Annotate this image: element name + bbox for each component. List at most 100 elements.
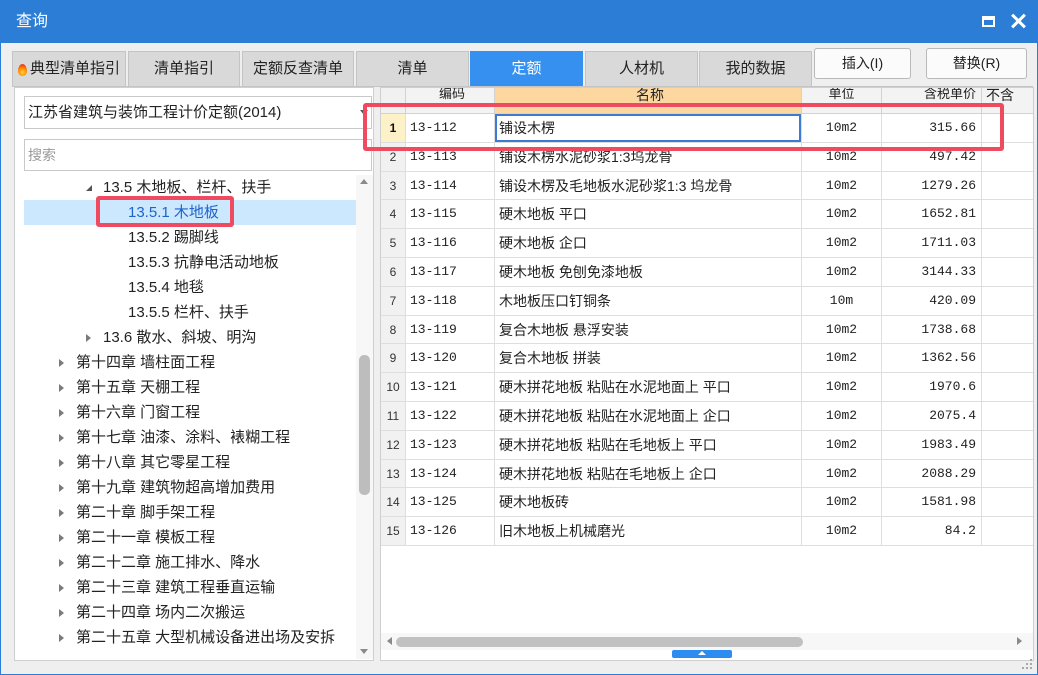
tree-item-13-5-3[interactable]: 13.5.3 抗静电活动地板 [24, 250, 356, 275]
tree-item-13-6[interactable]: 13.6 散水、斜坡、明沟 [24, 325, 356, 350]
name-cell[interactable]: 硬木地板砖 [495, 488, 802, 518]
tree-item-chapter-18[interactable]: 第十八章 其它零星工程 [24, 450, 356, 475]
triangle-collapsed-icon[interactable] [59, 584, 64, 592]
table-row[interactable]: 9 13-120 复合木地板 拼装 10m2 1362.56 [381, 344, 1033, 374]
unit-cell[interactable]: 10m2 [802, 373, 882, 402]
code-cell[interactable]: 13-121 [406, 373, 495, 402]
triangle-collapsed-icon[interactable] [86, 334, 91, 342]
code-cell[interactable]: 13-126 [406, 517, 495, 546]
price-cell[interactable]: 1581.98 [882, 488, 982, 518]
tree-item-chapter-19[interactable]: 第十九章 建筑物超高增加费用 [24, 475, 356, 500]
triangle-collapsed-icon[interactable] [59, 484, 64, 492]
table-row[interactable]: 10 13-121 硬木拼花地板 粘贴在水泥地面上 平口 10m2 1970.6 [381, 373, 1033, 402]
price-cell[interactable]: 1983.49 [882, 430, 982, 460]
table-row[interactable]: 8 13-119 复合木地板 悬浮安装 10m2 1738.68 [381, 315, 1033, 345]
price-cell[interactable]: 1279.26 [882, 171, 982, 201]
name-cell[interactable]: 硬木地板 企口 [495, 229, 802, 258]
price-cell[interactable]: 1652.81 [882, 200, 982, 230]
code-cell[interactable]: 13-122 [406, 401, 495, 431]
name-cell[interactable]: 硬木地板 免刨免漆地板 [495, 257, 802, 287]
code-cell[interactable]: 13-113 [406, 142, 495, 172]
table-row[interactable]: 3 13-114 铺设木楞及毛地板水泥砂浆1:3 坞龙骨 10m2 1279.2… [381, 171, 1033, 201]
code-cell[interactable]: 13-112 [406, 114, 495, 143]
unit-cell[interactable]: 10m2 [802, 142, 882, 172]
price-cell[interactable]: 84.2 [882, 517, 982, 546]
title-bar[interactable]: 查询 [1, 1, 1037, 43]
tree-item-chapter-22[interactable]: 第二十二章 施工排水、降水 [24, 550, 356, 575]
tree-item-13-5[interactable]: 13.5 木地板、栏杆、扶手 [24, 175, 356, 200]
price-excl-tax-cell[interactable] [982, 257, 1033, 287]
tree-item-chapter-24[interactable]: 第二十四章 场内二次搬运 [24, 600, 356, 625]
price-cell[interactable]: 497.42 [882, 142, 982, 172]
table-row[interactable]: 7 13-118 木地板压口钉铜条 10m 420.09 [381, 286, 1033, 316]
scroll-left-icon[interactable] [387, 637, 392, 645]
price-excl-tax-cell[interactable] [982, 517, 1033, 546]
table-row[interactable]: 12 13-123 硬木拼花地板 粘贴在毛地板上 平口 10m2 1983.49 [381, 430, 1033, 460]
code-cell[interactable]: 13-115 [406, 200, 495, 230]
price-excl-tax-cell[interactable] [982, 142, 1033, 172]
table-row[interactable]: 4 13-115 硬木地板 平口 10m2 1652.81 [381, 200, 1033, 230]
resize-grip-icon[interactable] [1020, 657, 1033, 670]
name-cell[interactable]: 复合木地板 悬浮安装 [495, 315, 802, 345]
triangle-collapsed-icon[interactable] [59, 434, 64, 442]
triangle-expanded-icon[interactable] [86, 185, 92, 191]
unit-cell[interactable]: 10m2 [802, 229, 882, 258]
tab-list[interactable]: 清单 [356, 51, 469, 87]
price-cell[interactable]: 2088.29 [882, 459, 982, 489]
price-excl-tax-cell[interactable] [982, 286, 1033, 316]
name-cell[interactable]: 硬木拼花地板 粘贴在水泥地面上 平口 [495, 373, 802, 402]
table-row[interactable]: 11 13-122 硬木拼花地板 粘贴在水泥地面上 企口 10m2 2075.4 [381, 401, 1033, 431]
triangle-collapsed-icon[interactable] [59, 459, 64, 467]
price-excl-tax-cell[interactable] [982, 488, 1033, 518]
table-row[interactable]: 2 13-113 铺设木楞水泥砂浆1:3坞龙骨 10m2 497.42 [381, 142, 1033, 172]
code-cell[interactable]: 13-123 [406, 430, 495, 460]
name-cell[interactable]: 铺设木楞 [495, 114, 802, 143]
price-excl-tax-cell[interactable] [982, 171, 1033, 201]
unit-cell[interactable]: 10m2 [802, 344, 882, 374]
price-excl-tax-cell[interactable] [982, 401, 1033, 431]
table-row[interactable]: 6 13-117 硬木地板 免刨免漆地板 10m2 3144.33 [381, 257, 1033, 287]
scroll-up-icon[interactable] [360, 179, 368, 184]
tree-item-chapter-16[interactable]: 第十六章 门窗工程 [24, 400, 356, 425]
triangle-collapsed-icon[interactable] [59, 384, 64, 392]
price-excl-tax-cell[interactable] [982, 315, 1033, 345]
price-excl-tax-cell[interactable] [982, 200, 1033, 230]
tree-item-13-5-5[interactable]: 13.5.5 栏杆、扶手 [24, 300, 356, 325]
unit-cell[interactable]: 10m2 [802, 315, 882, 345]
code-cell[interactable]: 13-117 [406, 257, 495, 287]
tree-item-chapter-15[interactable]: 第十五章 天棚工程 [24, 375, 356, 400]
price-excl-tax-cell[interactable] [982, 344, 1033, 374]
unit-cell[interactable]: 10m [802, 286, 882, 316]
price-cell[interactable]: 1362.56 [882, 344, 982, 374]
tree-item-13-5-1[interactable]: 13.5.1 木地板 [24, 200, 356, 225]
table-row[interactable]: 1 13-112 铺设木楞 10m2 315.66 [381, 114, 1033, 143]
price-excl-tax-cell[interactable] [982, 114, 1033, 143]
price-cell[interactable]: 1711.03 [882, 229, 982, 258]
tab-list-guide[interactable]: 清单指引 [128, 51, 240, 87]
unit-cell[interactable]: 10m2 [802, 430, 882, 460]
name-cell[interactable]: 铺设木楞及毛地板水泥砂浆1:3 坞龙骨 [495, 171, 802, 201]
column-header-price-incl-tax[interactable]: 含税单价 [882, 88, 982, 114]
tree-item-chapter-17[interactable]: 第十七章 油漆、涂料、裱糊工程 [24, 425, 356, 450]
price-excl-tax-cell[interactable] [982, 430, 1033, 460]
insert-button[interactable]: 插入(I) [814, 48, 911, 79]
price-cell[interactable]: 1970.6 [882, 373, 982, 402]
column-header-code[interactable]: 编码 [406, 88, 495, 114]
scrollbar-thumb[interactable] [359, 355, 370, 495]
unit-cell[interactable]: 10m2 [802, 401, 882, 431]
table-horizontal-scrollbar[interactable] [381, 633, 1033, 650]
scroll-right-icon[interactable] [1017, 637, 1022, 645]
scrollbar-thumb[interactable] [396, 637, 803, 647]
panel-collapse-handle[interactable] [672, 650, 732, 658]
unit-cell[interactable]: 10m2 [802, 459, 882, 489]
unit-cell[interactable]: 10m2 [802, 114, 882, 143]
code-cell[interactable]: 13-124 [406, 459, 495, 489]
row-number-header[interactable] [381, 88, 406, 114]
quota-library-select[interactable]: 江苏省建筑与装饰工程计价定额(2014) [24, 96, 372, 129]
name-cell[interactable]: 硬木拼花地板 粘贴在毛地板上 平口 [495, 430, 802, 460]
price-cell[interactable]: 315.66 [882, 114, 982, 143]
price-cell[interactable]: 2075.4 [882, 401, 982, 431]
maximize-icon[interactable] [982, 16, 995, 27]
chevron-down-icon[interactable] [360, 110, 368, 115]
scroll-down-icon[interactable] [360, 649, 368, 654]
